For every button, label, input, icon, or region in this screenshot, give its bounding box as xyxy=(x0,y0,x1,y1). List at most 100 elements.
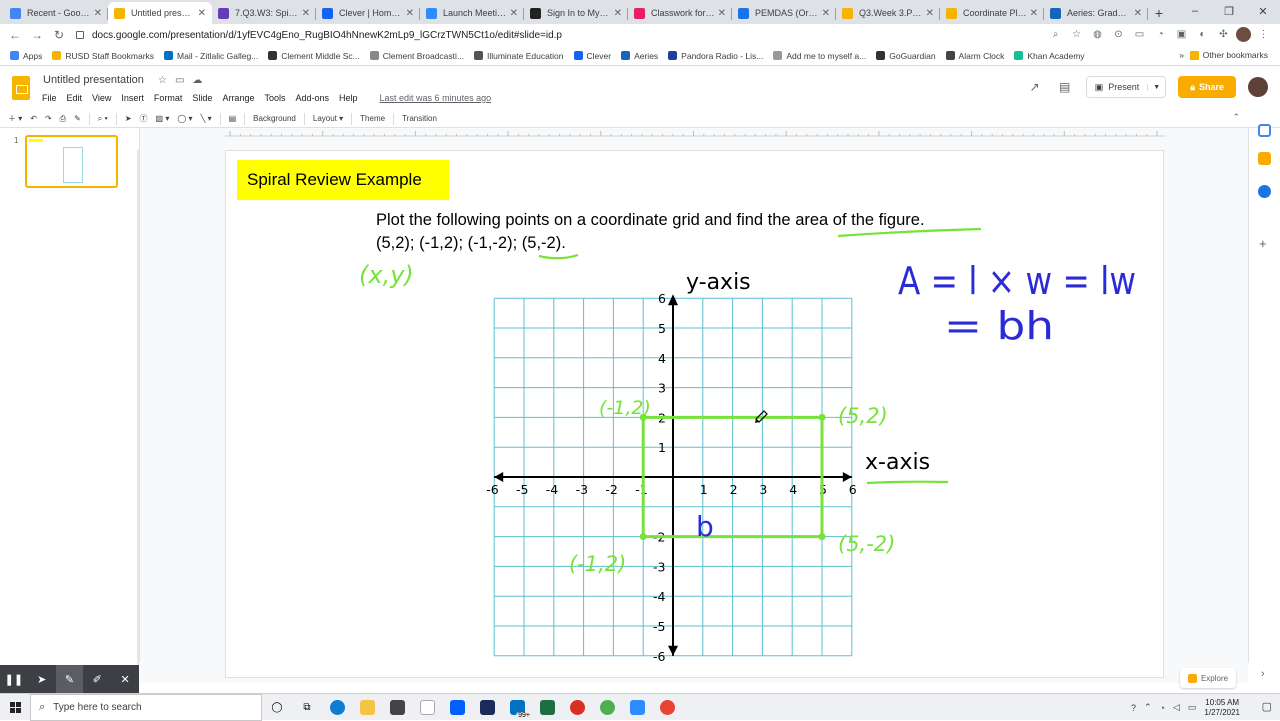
edge-icon[interactable] xyxy=(322,694,352,721)
pen-icon[interactable]: ✎ xyxy=(55,665,84,693)
extension-icon[interactable]: ◐ xyxy=(1194,26,1211,43)
zoom-icon[interactable] xyxy=(622,694,652,721)
slide-page[interactable]: Spiral Review Example Plot the following… xyxy=(225,150,1164,678)
calendar-icon[interactable] xyxy=(1258,124,1271,137)
browser-tab[interactable]: Launch Meeting ✕ xyxy=(420,2,524,24)
bookmark-item[interactable]: Clement Broadcasti... xyxy=(369,51,464,61)
minimize-button[interactable]: – xyxy=(1178,0,1212,22)
browser-tab[interactable]: 7.Q3.W3: Spiral R✕ xyxy=(212,2,316,24)
bookmark-item[interactable]: Add me to myself a... xyxy=(773,51,866,61)
bookmark-item[interactable]: GoGuardian xyxy=(876,51,936,61)
layout-button[interactable]: Layout ▾ xyxy=(313,114,343,123)
bookmark-item[interactable]: Aeries xyxy=(621,51,658,61)
explore-button[interactable]: Explore xyxy=(1180,668,1236,688)
add-addon-icon[interactable]: + xyxy=(1259,236,1267,251)
comment-add-icon[interactable]: ▤ xyxy=(229,114,237,123)
bookmark-item[interactable]: Pandora Radio - Lis... xyxy=(668,51,763,61)
dropbox-icon[interactable] xyxy=(442,694,472,721)
url-field[interactable]: docs.google.com/presentation/d/1yfEVC4gE… xyxy=(76,25,1066,45)
other-bookmarks[interactable]: Other bookmarks xyxy=(1189,50,1268,60)
browser-tab[interactable]: PEMDAS (Order ✕ xyxy=(732,2,836,24)
browser-tab[interactable]: Clever | Homero ✕ xyxy=(316,2,420,24)
menu-item-addons[interactable]: Add-ons xyxy=(295,93,329,103)
menu-item-view[interactable]: View xyxy=(92,93,111,103)
undo-icon[interactable]: ↶ xyxy=(30,114,37,123)
print-icon[interactable]: ⎙ xyxy=(60,114,66,124)
expand-panel-icon[interactable]: › xyxy=(1261,668,1265,680)
tab-close-icon[interactable]: ✕ xyxy=(406,8,414,19)
bookmarks-overflow-icon[interactable]: » xyxy=(1179,50,1184,60)
bookmark-item[interactable]: Illuminate Education xyxy=(473,51,564,61)
close-icon[interactable]: ✕ xyxy=(111,665,139,693)
volume-icon[interactable]: ◁ xyxy=(1173,702,1180,713)
text-box-icon[interactable]: Ⓣ xyxy=(140,113,148,124)
bookmark-item[interactable]: Mail - Zitlalic Galleg... xyxy=(164,51,258,61)
menu-item-slide[interactable]: Slide xyxy=(192,93,212,103)
menu-dots-icon[interactable]: ⋮ xyxy=(1255,26,1272,43)
tab-close-icon[interactable]: ✕ xyxy=(302,8,310,19)
menu-item-tools[interactable]: Tools xyxy=(264,93,285,103)
close-window-button[interactable]: ✕ xyxy=(1246,0,1280,22)
pause-icon[interactable]: ❚❚ xyxy=(0,665,28,693)
slides-logo-icon[interactable] xyxy=(12,76,30,100)
extension-icon[interactable]: ◔ xyxy=(1152,26,1169,43)
select-cursor-icon[interactable]: ➤ xyxy=(125,114,132,123)
menu-item-help[interactable]: Help xyxy=(339,93,358,103)
profile-avatar[interactable] xyxy=(1236,27,1251,42)
browser-tab[interactable]: Recent - Google ✕ xyxy=(4,2,108,24)
tab-close-icon[interactable]: ✕ xyxy=(1030,8,1038,19)
highlighter-icon[interactable]: ✐ xyxy=(83,665,111,693)
extension-icon[interactable]: ◍ xyxy=(1089,26,1106,43)
background-button[interactable]: Background xyxy=(253,114,296,123)
tab-close-icon[interactable]: ✕ xyxy=(614,8,622,19)
star-icon[interactable]: ☆ xyxy=(1068,26,1085,43)
bookmark-item[interactable]: Khan Academy xyxy=(1014,51,1085,61)
mail-icon[interactable]: 99+ xyxy=(502,694,532,721)
menu-item-format[interactable]: Format xyxy=(154,93,183,103)
taskbar-clock[interactable]: 10:05 AM 1/27/2021 xyxy=(1204,698,1240,718)
tray-overflow-icon[interactable]: ⌃ xyxy=(1144,702,1152,713)
help-icon[interactable]: ? xyxy=(1131,703,1136,713)
zoom-icon[interactable]: ⌕ ▾ xyxy=(98,114,108,124)
battery-icon[interactable]: ▭ xyxy=(1188,702,1197,713)
redo-icon[interactable]: ↷ xyxy=(45,114,52,123)
browser-tab[interactable]: Untitled presentati✕ xyxy=(108,2,212,24)
transition-button[interactable]: Transition xyxy=(402,114,437,123)
comment-icon[interactable]: ▤ xyxy=(1056,78,1074,96)
network-icon[interactable]: ◔ xyxy=(1160,703,1165,713)
browser-tab[interactable]: Classwork for Pe ✕ xyxy=(628,2,732,24)
app-icon[interactable] xyxy=(412,694,442,721)
present-dropdown-icon[interactable]: ▼ xyxy=(1147,83,1165,91)
tasks-icon[interactable] xyxy=(1258,185,1271,198)
browser-tab[interactable]: Sign In to My CL ✕ xyxy=(524,2,628,24)
browser-tab[interactable]: Q3.Week 3.P4: Ja✕ xyxy=(836,2,940,24)
paint-format-icon[interactable]: ✎ xyxy=(74,114,81,123)
puzzle-icon[interactable]: ✣ xyxy=(1215,26,1232,43)
cortana-icon[interactable]: ◯ xyxy=(262,694,292,721)
back-button[interactable]: ← xyxy=(4,28,26,42)
cloud-status-icon[interactable]: ☁ xyxy=(192,75,202,86)
menu-item-arrange[interactable]: Arrange xyxy=(222,93,254,103)
taskbar-search-box[interactable]: ⌕ Type here to search xyxy=(30,693,262,721)
bookmark-item[interactable]: Apps xyxy=(10,51,42,61)
move-folder-icon[interactable]: ▭ xyxy=(175,75,184,86)
activity-trend-icon[interactable]: ↗ xyxy=(1026,78,1044,96)
keep-icon[interactable] xyxy=(1258,152,1271,165)
reload-button[interactable]: ↻ xyxy=(48,28,70,42)
bookmark-item[interactable]: Clement Middle Sc... xyxy=(268,51,360,61)
share-button[interactable]: 🔒︎ Share xyxy=(1178,76,1236,98)
chrome-icon[interactable] xyxy=(592,694,622,721)
tab-close-icon[interactable]: ✕ xyxy=(94,8,102,19)
shape-icon[interactable]: ◯ ▾ xyxy=(177,114,192,123)
notifications-icon[interactable]: ▢ xyxy=(1262,700,1272,713)
menu-item-file[interactable]: File xyxy=(42,93,57,103)
star-icon[interactable]: ☆ xyxy=(158,75,167,86)
bookmark-item[interactable]: Clever xyxy=(573,51,611,61)
theme-button[interactable]: Theme xyxy=(360,114,385,123)
tab-close-icon[interactable]: ✕ xyxy=(926,8,934,19)
windows-start-button[interactable] xyxy=(0,694,30,721)
slide-thumbnail[interactable] xyxy=(25,135,118,188)
excel-icon[interactable] xyxy=(532,694,562,721)
present-button[interactable]: ▣ Present ▼ xyxy=(1085,76,1167,98)
collapse-toolbar-icon[interactable]: ⌃ xyxy=(1232,112,1240,123)
